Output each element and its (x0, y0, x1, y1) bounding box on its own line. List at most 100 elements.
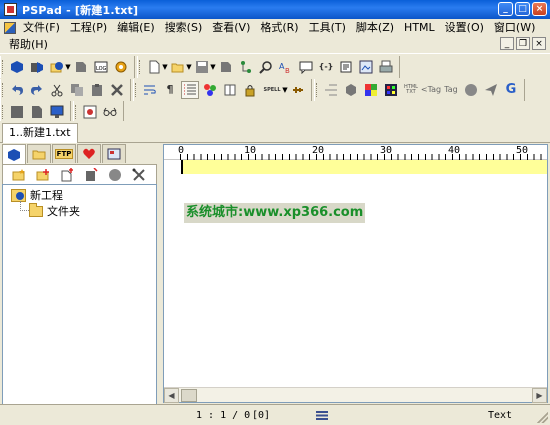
menu-window[interactable]: 窗口(W) (489, 19, 540, 36)
scroll-track[interactable] (179, 388, 532, 403)
project-open-icon[interactable] (8, 58, 26, 76)
close-file-icon[interactable] (217, 58, 235, 76)
line-numbers-icon[interactable] (181, 80, 199, 99)
chevron-down-icon[interactable]: ▼ (65, 63, 71, 71)
monitor-icon[interactable] (48, 103, 66, 121)
redo-icon[interactable] (28, 81, 46, 99)
menu-scripts[interactable]: 脚本(Z) (351, 19, 399, 36)
horizontal-scrollbar[interactable]: ◀ ▶ (164, 387, 547, 403)
cut-icon[interactable] (48, 81, 66, 99)
resize-grip-icon[interactable] (537, 412, 548, 423)
line-ending-icon[interactable] (316, 411, 328, 420)
send-icon[interactable] (482, 81, 500, 99)
word-wrap-icon[interactable] (141, 81, 159, 99)
strip-tags-icon[interactable]: < Tag (421, 81, 441, 99)
copy-icon[interactable] (68, 81, 86, 99)
project-toolbar (2, 164, 157, 184)
doc-close-button[interactable]: × (532, 37, 546, 50)
hexagon-icon[interactable] (342, 81, 360, 99)
read-only-lock-icon[interactable] (241, 81, 259, 99)
document-icon[interactable] (4, 21, 16, 34)
replace-icon[interactable]: AB (277, 58, 295, 76)
svg-text:B: B (285, 67, 290, 74)
tab-document-1[interactable]: 1..新建1.txt (2, 123, 78, 143)
document-tab-bar: 1..新建1.txt (0, 121, 550, 143)
tree-icon[interactable] (237, 58, 255, 76)
log-icon[interactable]: LOG (92, 58, 110, 76)
block-icon[interactable] (8, 103, 26, 121)
scroll-right-arrow-icon[interactable]: ▶ (532, 387, 547, 403)
project-close-icon[interactable] (72, 58, 90, 76)
menu-settings[interactable]: 设置(O) (440, 19, 489, 36)
paste-icon[interactable] (88, 81, 106, 99)
close-button[interactable]: × (532, 2, 547, 16)
pilcrow-icon[interactable]: ¶ (161, 81, 179, 99)
chevron-down-icon[interactable]: ▼ (210, 63, 216, 71)
scroll-thumb[interactable] (181, 388, 197, 402)
chevron-down-icon[interactable]: ▼ (162, 63, 168, 71)
project-properties-icon[interactable] (106, 166, 124, 184)
menu-project[interactable]: 工程(P) (65, 19, 112, 36)
chevron-down-icon[interactable]: ▼ (186, 63, 192, 71)
outline-icon[interactable] (322, 81, 340, 99)
syntax-mode[interactable]: Text (488, 409, 512, 423)
save-icon[interactable] (193, 58, 211, 76)
menu-tools[interactable]: 工具(T) (304, 19, 351, 36)
menu-search[interactable]: 搜索(S) (160, 19, 208, 36)
tag-tool-icon[interactable]: Tag (442, 81, 460, 99)
undo-icon[interactable] (8, 81, 26, 99)
tab-file-explorer[interactable] (27, 144, 51, 163)
circle-tool-icon[interactable] (462, 81, 480, 99)
column-mode-icon[interactable] (221, 81, 239, 99)
project-tree[interactable]: 新工程 文件夹 (2, 184, 157, 420)
tab-clips[interactable] (102, 144, 126, 163)
braces-icon[interactable]: {-} (317, 58, 335, 76)
tools-icon[interactable] (130, 166, 148, 184)
color-picker-icon[interactable] (382, 81, 400, 99)
html-to-text-icon[interactable]: HTML TXT (402, 81, 420, 99)
add-folder-icon[interactable] (34, 166, 52, 184)
text-caret (181, 160, 183, 174)
print-icon[interactable] (377, 58, 395, 76)
syntax-highlight-icon[interactable] (201, 81, 219, 99)
tree-item-folder[interactable]: 文件夹 (29, 202, 80, 219)
glasses-icon[interactable] (101, 103, 119, 121)
new-project-icon[interactable] (10, 166, 28, 184)
add-file-icon[interactable] (58, 166, 76, 184)
menu-help[interactable]: 帮助(H) (4, 36, 53, 53)
menu-view[interactable]: 查看(V) (207, 19, 255, 36)
project-recent-icon[interactable] (48, 58, 66, 76)
delete-icon[interactable] (108, 81, 126, 99)
menu-format[interactable]: 格式(R) (255, 19, 303, 36)
comment-icon[interactable] (297, 58, 315, 76)
project-settings-gear-icon[interactable] (112, 58, 130, 76)
google-icon[interactable]: G (502, 81, 520, 99)
new-file-icon[interactable] (145, 58, 163, 76)
remove-item-icon[interactable] (82, 166, 100, 184)
menu-file[interactable]: 文件(F) (18, 19, 65, 36)
page-icon[interactable] (28, 103, 46, 121)
pin-icon[interactable] (289, 81, 307, 99)
doc-minimize-button[interactable]: _ (500, 37, 514, 50)
preview-icon[interactable] (357, 58, 375, 76)
chevron-down-icon[interactable]: ▼ (282, 86, 288, 94)
tab-project[interactable] (2, 144, 26, 164)
project-save-icon[interactable] (28, 58, 46, 76)
record-macro-icon[interactable] (81, 103, 99, 121)
bracket-match-icon[interactable] (337, 58, 355, 76)
find-icon[interactable] (257, 58, 275, 76)
scroll-left-arrow-icon[interactable]: ◀ (164, 387, 179, 403)
maximize-button[interactable]: □ (515, 2, 530, 16)
open-file-icon[interactable] (169, 58, 187, 76)
color-palette-icon[interactable] (362, 81, 380, 99)
spell-check-icon[interactable]: SPELL (261, 81, 283, 99)
menu-edit[interactable]: 编辑(E) (112, 19, 160, 36)
minimize-button[interactable]: _ (498, 2, 513, 16)
status-bar: 1 : 1 / 0 [0] Text (0, 404, 550, 425)
tab-favorites[interactable] (77, 144, 101, 163)
menu-html[interactable]: HTML (399, 19, 440, 36)
tab-ftp[interactable]: FTP (52, 144, 76, 163)
editor-pane[interactable]: 0 10 20 30 40 50 系统城市:www.xp366.com ◀ ▶ (163, 144, 548, 403)
doc-restore-button[interactable]: ❐ (516, 37, 530, 50)
tree-item-project[interactable]: 新工程 (11, 187, 63, 203)
